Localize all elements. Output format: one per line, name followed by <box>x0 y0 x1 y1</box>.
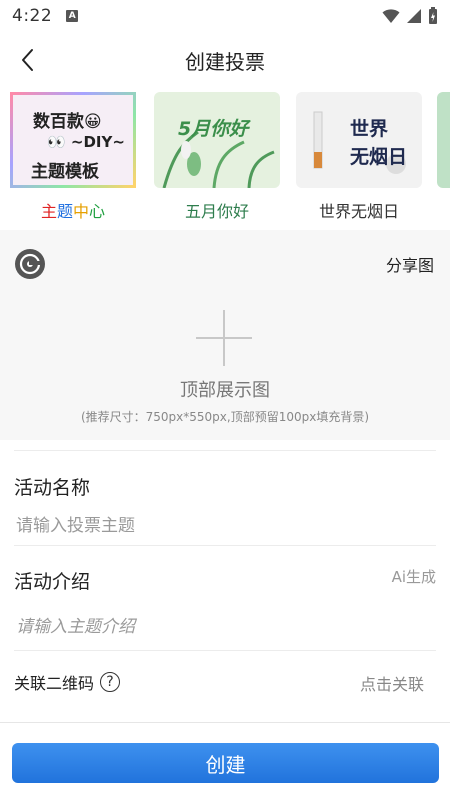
divider <box>14 450 436 451</box>
vinyl-record-icon[interactable] <box>14 248 46 280</box>
notification-a-icon: A <box>66 10 79 22</box>
banner-hint-title: 顶部展示图 <box>180 380 270 401</box>
label-char: 主 <box>40 202 57 221</box>
battery-icon <box>429 7 437 24</box>
create-button[interactable]: 创建 <box>12 743 439 783</box>
thumb-text: 5月你好 <box>178 118 249 140</box>
template-carousel[interactable]: 数百款😀 👀 ~DIY~ 主题模板 主题中心 5月你好 五月你好 世界 无烟日 … <box>0 88 450 230</box>
template-card-may-hello[interactable]: 5月你好 五月你好 <box>154 92 280 222</box>
help-icon[interactable]: ? <box>100 672 121 692</box>
divider <box>14 545 436 546</box>
link-qrcode-button[interactable]: 点击关联 <box>360 671 424 695</box>
template-card-no-smoking-day[interactable]: 世界 无烟日 世界无烟日 <box>296 92 422 222</box>
ai-generate-button[interactable]: Ai生成 <box>392 566 436 587</box>
qrcode-label: 关联二维码 <box>14 674 95 693</box>
thumb-line: 👀 ~DIY~ <box>47 133 125 151</box>
activity-name-input[interactable] <box>16 510 436 542</box>
status-icons <box>382 7 438 25</box>
add-image-icon[interactable] <box>196 310 252 366</box>
activity-name-label: 活动名称 <box>14 477 91 499</box>
cellular-signal-icon <box>407 9 421 23</box>
thumb-line: 数百款😀 <box>33 112 102 132</box>
label-char: 题 <box>56 202 73 221</box>
qrcode-row: 关联二维码 ? <box>14 670 121 694</box>
divider <box>14 650 436 651</box>
template-card-theme-center[interactable]: 数百款😀 👀 ~DIY~ 主题模板 主题中心 <box>10 92 136 222</box>
banner-upload-area[interactable]: 分享图 顶部展示图 (推荐尺寸：750px*550px,顶部预留100px填充背… <box>0 230 450 440</box>
share-image-button[interactable]: 分享图 <box>386 252 434 276</box>
banner-hint-size: (推荐尺寸：750px*550px,顶部预留100px填充背景) <box>80 410 370 424</box>
wifi-icon <box>382 9 400 23</box>
activity-intro-label: 活动介绍 <box>14 571 91 593</box>
thumb-text: 世界 <box>350 118 389 140</box>
chevron-left-icon <box>22 49 33 71</box>
status-time: 4:22 <box>12 6 53 26</box>
template-card-partial[interactable] <box>437 92 450 188</box>
app-header: 创建投票 <box>0 32 450 88</box>
status-bar: 4:22 A <box>0 0 450 32</box>
divider <box>0 722 450 723</box>
template-label: 五月你好 <box>184 202 249 221</box>
page-title: 创建投票 <box>185 49 265 74</box>
template-label: 世界无烟日 <box>318 202 399 221</box>
thumb-text: 无烟日 <box>350 146 408 168</box>
template-thumbnail[interactable] <box>437 92 450 188</box>
label-char: 中 <box>73 202 90 221</box>
template-label: 主题中心 <box>10 198 136 222</box>
template-thumbnail[interactable]: 5月你好 <box>154 92 280 188</box>
thumb-line: 主题模板 <box>31 162 99 182</box>
label-char: 心 <box>89 202 106 221</box>
template-thumbnail[interactable]: 数百款😀 👀 ~DIY~ 主题模板 <box>10 92 136 188</box>
back-button[interactable] <box>14 46 42 74</box>
template-thumbnail[interactable]: 世界 无烟日 <box>296 92 422 188</box>
activity-intro-input[interactable] <box>16 611 436 643</box>
